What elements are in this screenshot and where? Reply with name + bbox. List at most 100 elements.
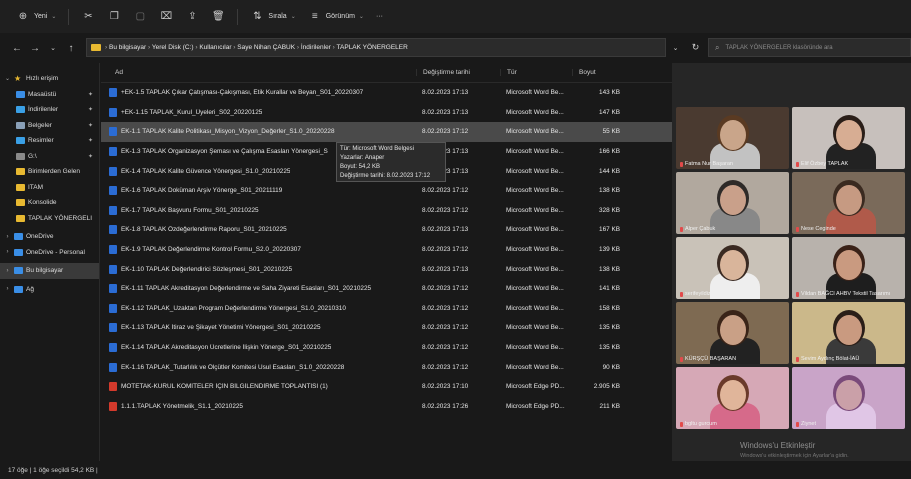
- share-button[interactable]: ⇪: [179, 6, 205, 28]
- rename-icon: ⌧: [160, 11, 173, 22]
- breadcrumb-item[interactable]: Bu bilgisayar: [109, 44, 146, 51]
- participant-name-tag: serifeyildiz: [680, 291, 711, 297]
- pin-icon: ✦: [87, 107, 93, 114]
- participant-tile[interactable]: Alper Çabuk: [676, 172, 789, 234]
- sidebar-item[interactable]: › Bu bilgisayar: [0, 263, 99, 279]
- sidebar-item[interactable]: TAPLAK YÖNERGELI: [0, 211, 99, 227]
- participant-tile[interactable]: KÜRŞÇÜ BAŞARAN: [676, 302, 789, 364]
- delete-button[interactable]: 🗑: [205, 6, 231, 28]
- file-row[interactable]: EK-1.8 TAPLAK Özdeğerlendirme Raporu_S01…: [101, 220, 672, 240]
- new-button[interactable]: ⊕ Yeni ⌄: [10, 6, 62, 28]
- breadcrumb-item[interactable]: Kullanıcılar: [199, 44, 231, 51]
- expand-chevron-right-icon[interactable]: ›: [4, 234, 11, 240]
- participant-tile[interactable]: bgltu gurcum: [676, 367, 789, 429]
- participant-tile[interactable]: serifeyildiz: [676, 237, 789, 299]
- rename-button[interactable]: ⌧: [153, 6, 179, 28]
- file-size: 90 KB: [602, 363, 620, 371]
- up-arrow-icon[interactable]: ↑: [62, 43, 80, 54]
- sidebar-item[interactable]: İndirilenler ✦: [0, 102, 99, 118]
- muted-mic-icon: [680, 356, 683, 362]
- sidebar-item-label: İndirilenler: [28, 106, 58, 114]
- file-row[interactable]: EK-1.1 TAPLAK Kalite Politikası_Misyon_V…: [101, 122, 672, 142]
- more-options-button[interactable]: ···: [370, 6, 389, 28]
- file-size: 211 KB: [599, 402, 621, 410]
- file-row[interactable]: 1.1.1.TAPLAK Yönetmelik_S1.1_20210225 8.0…: [101, 397, 672, 417]
- column-header-size[interactable]: Boyut: [572, 69, 622, 76]
- sidebar-item-label: Masaüstü: [28, 90, 57, 98]
- participant-name-tag: Nese Ceginde: [796, 226, 836, 232]
- column-header-type[interactable]: Tür: [500, 69, 572, 76]
- participant-tile[interactable]: Ziynet: [792, 367, 905, 429]
- sidebar-item[interactable]: Konsolide: [0, 195, 99, 211]
- expand-chevron-right-icon[interactable]: ›: [4, 286, 11, 292]
- recent-locations-chevron-icon[interactable]: ⌄: [44, 44, 62, 52]
- muted-mic-icon: [796, 421, 799, 427]
- file-row[interactable]: EK-1.14 TAPLAK Akreditasyon Ücretlerine …: [101, 338, 672, 358]
- breadcrumb-item[interactable]: İndirilenler: [301, 44, 331, 51]
- expand-chevron-right-icon[interactable]: ›: [4, 268, 11, 274]
- address-bar[interactable]: › Bu bilgisayar › Yerel Disk (C:) › Kull…: [86, 38, 666, 57]
- tooltip-type: Tür: Microsoft Word Belgesi: [340, 146, 414, 152]
- chevron-down-icon: ⌄: [51, 14, 57, 20]
- view-button[interactable]: ≡ Görünüm ⌄: [302, 6, 370, 28]
- participant-name: Elif Özbey TAPLAK: [801, 161, 849, 167]
- status-text: 17 öğe | 1 öğe seçildi 54,2 KB |: [8, 466, 98, 474]
- pictures-icon: [16, 137, 25, 145]
- file-row[interactable]: +EK-1.5 TAPLAK Çıkar Çatışması-Çakışması…: [101, 83, 672, 103]
- column-header-name[interactable]: Ad: [101, 69, 416, 76]
- copy-button[interactable]: ❐: [101, 6, 127, 28]
- participant-tile[interactable]: Fatma Nur Başaran: [676, 107, 789, 169]
- sidebar-item[interactable]: G:\ ✦: [0, 149, 99, 165]
- sidebar-item[interactable]: › OneDrive - Personal: [0, 245, 99, 261]
- sidebar-item[interactable]: › Ağ: [0, 282, 99, 298]
- participant-tile[interactable]: Sevim Aydınç Bölat-İAÜ: [792, 302, 905, 364]
- breadcrumb-item[interactable]: TAPLAK YÖNERGELER: [337, 44, 408, 51]
- file-row[interactable]: EK-1.16 TAPLAK_Tutarlılık ve Ölçütler Ko…: [101, 357, 672, 377]
- sidebar-item[interactable]: Birimlerden Gelen: [0, 164, 99, 180]
- sidebar-item[interactable]: Masaüstü ✦: [0, 87, 99, 103]
- file-row[interactable]: EK-1.13 TAPLAK İtiraz ve Şikayet Yönetim…: [101, 318, 672, 338]
- file-row[interactable]: EK-1.12 TAPLAK_Uzaktan Program Değerlend…: [101, 299, 672, 319]
- participant-name-tag: KÜRŞÇÜ BAŞARAN: [680, 356, 736, 362]
- desktop-icon: [16, 90, 25, 98]
- file-row[interactable]: EK-1.11 TAPLAK Akreditasyon Değerlendirm…: [101, 279, 672, 299]
- file-type: Microsoft Word Be...: [506, 304, 564, 312]
- file-name-cell: MOTETAK-KURUL KOMİTELER İÇİN BİLGİLENDİR…: [101, 382, 416, 392]
- address-history-chevron-icon[interactable]: ⌄: [673, 44, 679, 52]
- muted-mic-icon: [680, 226, 683, 232]
- expand-chevron-down-icon[interactable]: ⌄: [4, 75, 11, 82]
- cut-button[interactable]: ✂: [75, 6, 101, 28]
- sort-button[interactable]: ⇅ Sırala ⌄: [244, 6, 301, 28]
- column-header-date[interactable]: Değiştirme tarihi: [416, 69, 500, 76]
- expand-chevron-right-icon[interactable]: ›: [4, 249, 11, 255]
- file-name-cell: EK-1.9 TAPLAK Değerlendirme Kontrol Form…: [101, 245, 416, 255]
- word-file-icon: [109, 127, 117, 137]
- breadcrumb-item[interactable]: Yerel Disk (C:): [152, 44, 194, 51]
- trash-icon: 🗑: [212, 11, 225, 22]
- sidebar-item[interactable]: ITAM: [0, 180, 99, 196]
- word-file-icon: [109, 205, 117, 215]
- file-row[interactable]: EK-1.6 TAPLAK Doküman Arşiv Yönerge_S01_…: [101, 181, 672, 201]
- participant-tile[interactable]: Nese Ceginde: [792, 172, 905, 234]
- sidebar-item[interactable]: Belgeler ✦: [0, 118, 99, 134]
- file-row[interactable]: EK-1.9 TAPLAK Değerlendirme Kontrol Form…: [101, 240, 672, 260]
- file-row[interactable]: EK-1.7 TAPLAK Başvuru Formu_S01_20210225…: [101, 201, 672, 221]
- refresh-icon[interactable]: ↻: [692, 42, 700, 53]
- sidebar-item[interactable]: ⌄ ★ Hızlı erişim: [0, 71, 99, 87]
- paste-button[interactable]: ▢: [127, 6, 153, 28]
- participant-tile[interactable]: Vildan BAĞCI AHBV Tekstil Tasarımı: [792, 237, 905, 299]
- file-date: 8.02.2023 17:12: [422, 324, 469, 332]
- forward-arrow-icon[interactable]: →: [26, 43, 44, 54]
- participant-tile[interactable]: Elif Özbey TAPLAK: [792, 107, 905, 169]
- participant-face: [836, 315, 862, 345]
- sidebar-item[interactable]: › OneDrive: [0, 229, 99, 245]
- participant-name: serifeyildiz: [685, 291, 711, 297]
- file-row[interactable]: EK-1.10 TAPLAK Değerlendirici Sözleşmesi…: [101, 259, 672, 279]
- file-row[interactable]: +EK-1.15 TAPLAK_Kurul_Üyeleri_S02_202201…: [101, 103, 672, 123]
- search-input[interactable]: ⌕ TAPLAK YÖNERGELER klasöründe ara: [708, 38, 911, 57]
- breadcrumb-item[interactable]: Saye Nihan ÇABUK: [237, 44, 295, 51]
- sidebar-item-label: Konsolide: [28, 199, 57, 207]
- sidebar-item[interactable]: Resimler ✦: [0, 133, 99, 149]
- file-row[interactable]: MOTETAK-KURUL KOMİTELER İÇİN BİLGİLENDİR…: [101, 377, 672, 397]
- back-arrow-icon[interactable]: ←: [8, 43, 26, 54]
